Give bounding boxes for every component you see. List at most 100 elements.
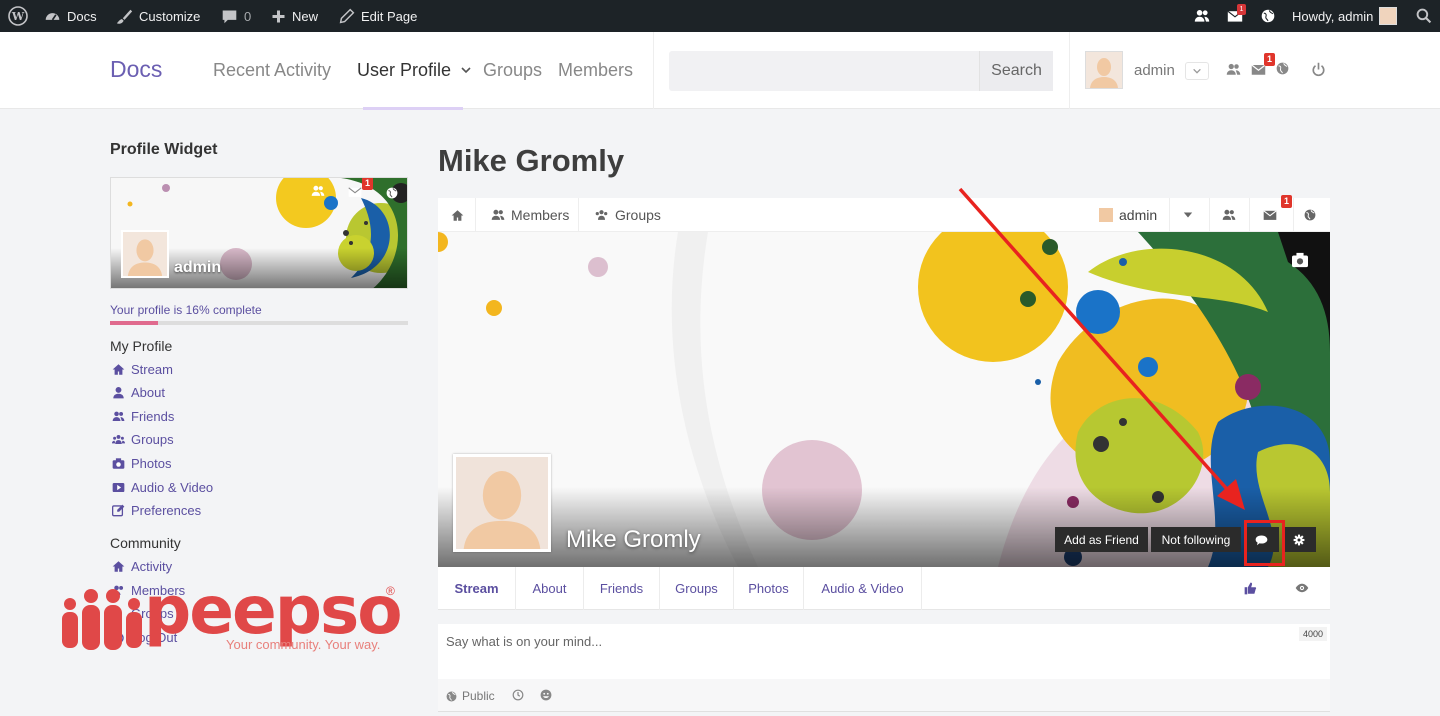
groups-icon (595, 210, 608, 220)
nav-user-profile[interactable]: User Profile (357, 60, 472, 81)
search-button[interactable]: Search (979, 51, 1053, 91)
postbox-input[interactable]: Say what is on your mind... (446, 634, 602, 649)
sidebar-item-activity[interactable]: Activity (112, 559, 172, 574)
add-friend-button[interactable]: Add as Friend (1055, 527, 1148, 552)
groups-icon (112, 434, 125, 445)
sidebar-item-label: Members (131, 583, 186, 598)
home-icon[interactable] (451, 198, 464, 232)
friends-icon[interactable] (1222, 198, 1236, 232)
header-divider (1069, 32, 1070, 109)
tab-stream[interactable]: Stream (438, 567, 516, 610)
user-menu-toggle[interactable] (1185, 62, 1209, 80)
customize-label: Customize (139, 8, 201, 24)
nav-members[interactable]: Members (558, 60, 633, 81)
nav-recent-activity[interactable]: Recent Activity (213, 60, 331, 81)
navbar-user[interactable]: admin (1099, 198, 1157, 232)
edit-page-link[interactable]: Edit Page (339, 0, 417, 32)
groups-icon (115, 608, 122, 619)
sidebar-item-groups[interactable]: Groups (112, 432, 174, 447)
widget-avatar[interactable] (121, 230, 169, 278)
chevron-down-icon (1193, 68, 1201, 74)
clock-icon[interactable] (512, 689, 524, 704)
sidebar-item-community-groups[interactable]: Groups (112, 606, 174, 621)
privacy-selector[interactable]: Public (446, 689, 495, 703)
my-account-link[interactable]: Howdy, admin (1292, 0, 1398, 32)
tab-about[interactable]: About (516, 567, 584, 610)
globe-icon[interactable] (1276, 62, 1289, 80)
home-icon (112, 561, 125, 572)
sidebar-item-stream[interactable]: Stream (112, 362, 173, 377)
messages-icon[interactable] (1263, 198, 1277, 232)
friends-icon[interactable] (1194, 0, 1210, 32)
sidebar-item-audio-video[interactable]: Audio & Video (112, 480, 213, 495)
friends-icon[interactable] (1226, 62, 1241, 82)
site-name-link[interactable]: Docs (44, 0, 97, 32)
sidebar-item-label: Photos (131, 456, 172, 471)
eye-icon[interactable] (1295, 582, 1309, 597)
header-username[interactable]: admin (1134, 62, 1175, 79)
globe-icon[interactable] (386, 186, 398, 204)
emoji-icon[interactable] (540, 689, 552, 704)
pencil-icon (339, 8, 355, 24)
camera-icon (112, 458, 125, 469)
privacy-label: Public (462, 689, 495, 703)
comments-link[interactable]: 0 (221, 0, 251, 32)
profile-completion-fill (110, 321, 158, 325)
globe-icon[interactable] (1261, 0, 1275, 32)
profile-cover: Mike Gromly Add as Friend Not following (438, 232, 1330, 567)
navbar-username: admin (1119, 207, 1158, 223)
sidebar-item-label: Activity (131, 559, 173, 574)
follow-button[interactable]: Not following (1151, 527, 1241, 552)
new-label: New (292, 8, 319, 24)
customize-link[interactable]: Customize (116, 0, 200, 32)
messages-badge: 1 (1264, 53, 1275, 66)
navbar-groups[interactable]: Groups (594, 198, 661, 232)
home-icon (112, 364, 125, 375)
caret-down-icon[interactable] (1183, 198, 1193, 232)
power-icon (113, 631, 124, 644)
navbar-members[interactable]: Members (491, 198, 569, 232)
wordpress-logo-icon[interactable]: W (8, 0, 28, 32)
sidebar-item-label: Friends (131, 409, 175, 424)
page-title: Mike Gromly (438, 143, 625, 178)
site-brand[interactable]: Docs (110, 56, 162, 83)
nav-groups[interactable]: Groups (483, 60, 542, 81)
sidebar-item-label: About (131, 385, 165, 400)
new-content-link[interactable]: New (271, 0, 318, 32)
postbox[interactable]: Say what is on your mind... 4000 (438, 624, 1330, 679)
site-name-label: Docs (67, 8, 97, 24)
friends-icon[interactable] (311, 184, 325, 203)
camera-icon[interactable] (1291, 252, 1309, 273)
comments-count: 0 (244, 8, 252, 24)
search-input[interactable] (669, 51, 979, 91)
settings-button[interactable] (1282, 527, 1316, 552)
messages-icon[interactable]: 1 (1227, 0, 1246, 32)
tab-friends[interactable]: Friends (584, 567, 660, 610)
community-heading: Community (110, 535, 181, 551)
sidebar-item-label: Stream (131, 362, 173, 377)
header-avatar[interactable] (1085, 51, 1123, 89)
sidebar-item-about[interactable]: About (112, 385, 165, 400)
dashboard-icon (45, 12, 60, 20)
sidebar-item-label: Preferences (131, 503, 202, 518)
active-nav-indicator (363, 107, 463, 110)
globe-icon[interactable] (1304, 198, 1316, 232)
sidebar-item-members[interactable]: Members (112, 583, 185, 598)
messages-icon[interactable] (348, 185, 362, 204)
thumbs-up-icon[interactable] (1244, 582, 1257, 598)
widget-username[interactable]: admin (174, 259, 221, 277)
tab-photos[interactable]: Photos (734, 567, 804, 610)
cover-avatar[interactable] (453, 454, 551, 552)
tab-groups[interactable]: Groups (660, 567, 734, 610)
sidebar-item-photos[interactable]: Photos (112, 456, 171, 471)
plus-icon (272, 10, 285, 22)
navbar-divider (1293, 198, 1294, 232)
sidebar-item-logout[interactable]: Log Out (112, 630, 177, 645)
search-icon[interactable] (1416, 0, 1432, 32)
edit-icon (112, 504, 125, 517)
chevron-down-icon (461, 67, 471, 74)
sidebar-item-preferences[interactable]: Preferences (112, 503, 201, 518)
tab-audio-video[interactable]: Audio & Video (804, 567, 922, 610)
sidebar-item-friends[interactable]: Friends (112, 409, 174, 424)
power-icon[interactable] (1311, 62, 1326, 82)
